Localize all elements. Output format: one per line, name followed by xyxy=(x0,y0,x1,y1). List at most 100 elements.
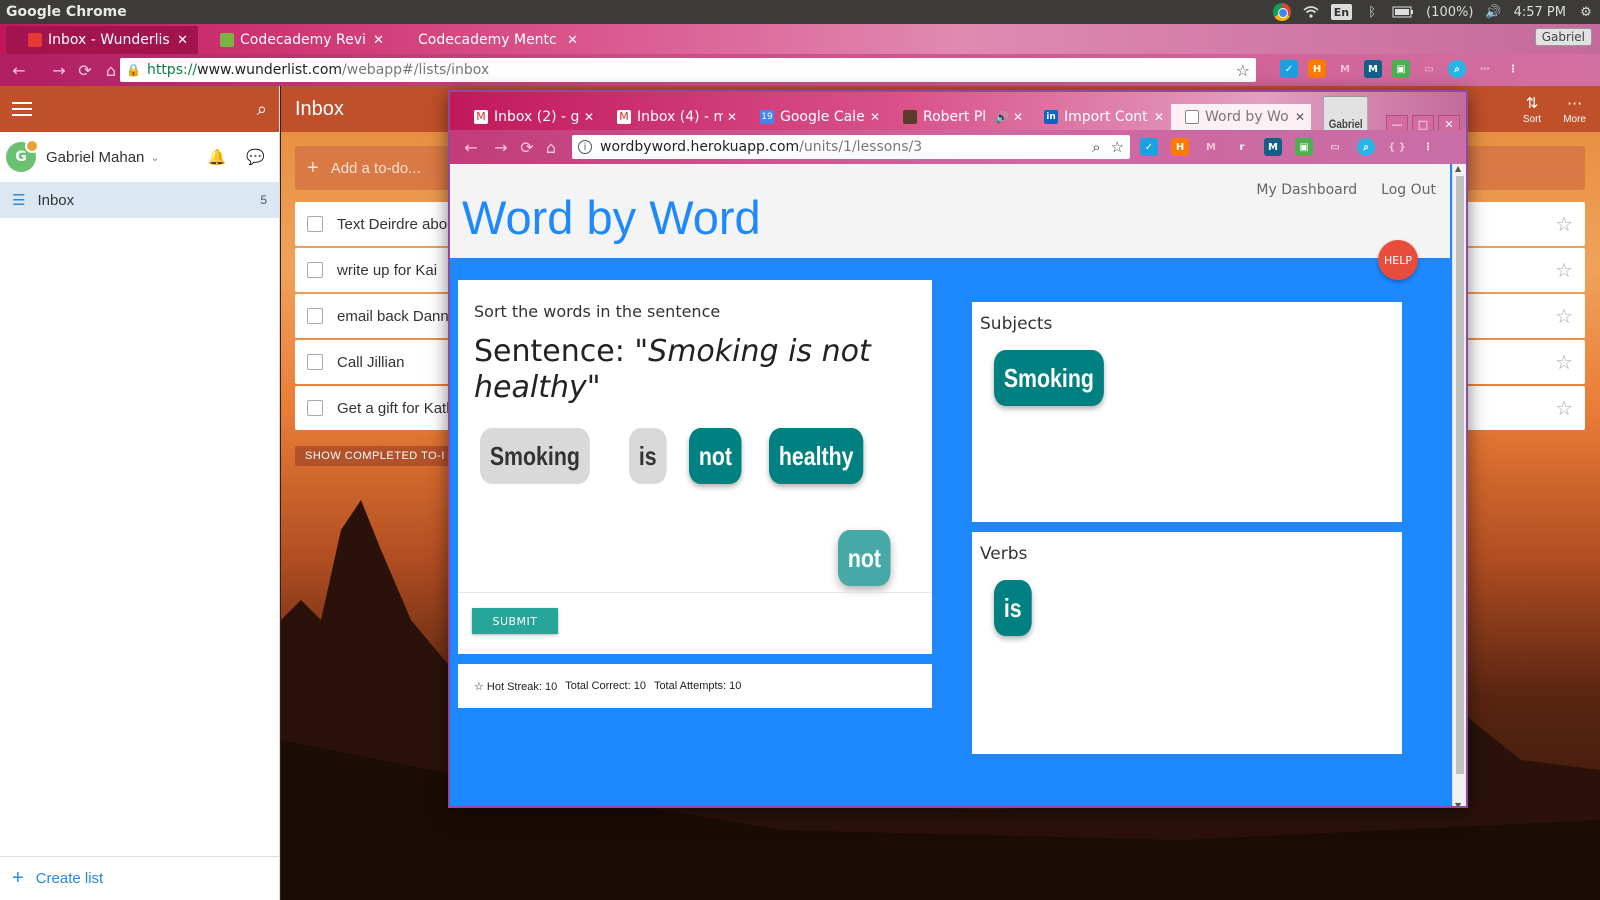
address-bar[interactable]: 🔒 https:// www.wunderlist.com /webapp#/l… xyxy=(120,58,1256,82)
home-icon[interactable]: ⌂ xyxy=(538,138,564,157)
m-extension-icon[interactable]: M xyxy=(1336,60,1354,78)
todo-checkbox[interactable] xyxy=(307,308,323,324)
settings-gear-icon[interactable]: ⚙ xyxy=(1578,4,1594,20)
scroll-down-arrow-icon[interactable]: ▼ xyxy=(1455,801,1461,806)
sort-button[interactable]: ⇅ Sort xyxy=(1523,94,1541,125)
scrollbar-thumb[interactable] xyxy=(1456,176,1464,774)
chrome-menu-icon[interactable]: ⋮ xyxy=(1504,60,1522,78)
hubspot-extension-icon[interactable]: H xyxy=(1308,60,1326,78)
tab-robert-plant[interactable]: Robert Pl 🔊 ✕ xyxy=(889,104,1029,130)
my-dashboard-link[interactable]: My Dashboard xyxy=(1256,182,1357,198)
mailtrack-extension-icon[interactable]: M xyxy=(1364,60,1382,78)
clock[interactable]: 4:57 PM xyxy=(1514,5,1566,20)
chrome-indicator-icon[interactable] xyxy=(1272,3,1291,21)
close-tab-icon[interactable]: ✕ xyxy=(559,33,578,48)
zoom-icon[interactable]: ⌕ xyxy=(1092,138,1100,156)
green-extension-icon[interactable]: ▣ xyxy=(1392,60,1410,78)
tab-wunderlist[interactable]: Inbox - Wunderlist ✕ xyxy=(6,26,198,54)
tab-gmail-inbox-4[interactable]: M Inbox (4) - m ✕ xyxy=(603,104,743,130)
todo-checkbox[interactable] xyxy=(307,400,323,416)
back-arrow-icon[interactable]: ← xyxy=(458,138,484,157)
todo-text[interactable]: email back Danny xyxy=(337,308,456,325)
reload-icon[interactable]: ⟳ xyxy=(72,61,98,80)
tab-import-contacts[interactable]: in Import Cont ✕ xyxy=(1030,104,1170,130)
star-icon[interactable]: ☆ xyxy=(1555,212,1573,237)
star-icon[interactable]: ☆ xyxy=(1555,396,1573,421)
bluetooth-icon[interactable]: ᛒ xyxy=(1364,4,1380,20)
star-icon[interactable]: ☆ xyxy=(1555,258,1573,283)
chevron-down-icon[interactable]: ⌄ xyxy=(150,151,159,164)
word-chip-draggable[interactable]: healthy xyxy=(768,428,864,484)
star-icon[interactable]: ☆ xyxy=(1555,350,1573,375)
tab-codecademy-mentor[interactable]: Codecademy Mentc ✕ xyxy=(396,26,588,54)
battery-icon[interactable] xyxy=(1392,4,1414,20)
todo-checkbox[interactable] xyxy=(307,354,323,370)
todo-text[interactable]: Call Jillian xyxy=(337,354,405,371)
close-tab-icon[interactable]: ✕ xyxy=(870,110,880,124)
todo-checkbox[interactable] xyxy=(307,262,323,278)
back-arrow-icon[interactable]: ← xyxy=(6,61,32,80)
close-tab-icon[interactable]: ✕ xyxy=(169,33,188,48)
bookmark-star-icon[interactable]: ☆ xyxy=(1111,138,1124,156)
star-icon[interactable]: ☆ xyxy=(1555,304,1573,329)
r-extension-icon[interactable]: r xyxy=(1233,138,1251,156)
verbs-dropzone[interactable]: Verbs is xyxy=(972,532,1402,754)
checkmark-extension-icon[interactable]: ✓ xyxy=(1140,138,1158,156)
close-tab-icon[interactable]: ✕ xyxy=(584,110,594,124)
cast-icon[interactable]: ▭ xyxy=(1420,60,1438,78)
hamburger-menu-icon[interactable] xyxy=(12,98,32,120)
close-tab-icon[interactable]: ✕ xyxy=(1154,110,1164,124)
checkmark-extension-icon[interactable]: ✓ xyxy=(1280,60,1298,78)
profile-chip[interactable]: Gabriel xyxy=(1534,28,1592,46)
user-name[interactable]: Gabriel Mahan xyxy=(46,149,144,166)
todo-checkbox[interactable] xyxy=(307,216,323,232)
search-extension-icon[interactable]: ⌕ xyxy=(1357,138,1375,156)
tab-gmail-inbox-2[interactable]: M Inbox (2) - g ✕ xyxy=(460,104,600,130)
close-tab-icon[interactable]: ✕ xyxy=(1295,110,1305,124)
more-button[interactable]: ⋯ More xyxy=(1563,94,1586,125)
logout-link[interactable]: Log Out xyxy=(1381,182,1436,198)
subjects-dropzone[interactable]: Subjects Smoking xyxy=(972,302,1402,522)
reload-icon[interactable]: ⟳ xyxy=(514,138,540,157)
forward-arrow-icon[interactable]: → xyxy=(46,61,72,80)
tab-word-by-word[interactable]: Word by Wo ✕ xyxy=(1171,104,1311,130)
avatar[interactable]: G xyxy=(6,139,39,172)
search-icon[interactable]: ⌕ xyxy=(257,99,267,120)
submit-button[interactable]: SUBMIT xyxy=(472,608,558,634)
green-extension-icon[interactable]: ▣ xyxy=(1295,138,1313,156)
show-completed-button[interactable]: SHOW COMPLETED TO-I xyxy=(295,446,455,466)
page-scrollbar[interactable]: ▲ ▼ xyxy=(1452,164,1466,806)
todo-text[interactable]: Get a gift for Kath xyxy=(337,400,455,417)
chat-bubble-icon[interactable]: 💬 xyxy=(246,148,265,166)
bookmark-star-icon[interactable]: ☆ xyxy=(1236,61,1250,80)
word-chip-sorted[interactable]: is xyxy=(994,580,1032,636)
word-chip-draggable[interactable]: not xyxy=(689,428,743,484)
dragging-word-chip[interactable]: not xyxy=(838,530,891,586)
cast-icon[interactable]: ▭ xyxy=(1326,138,1344,156)
m-extension-icon[interactable]: M xyxy=(1202,138,1220,156)
chrome-menu-icon[interactable]: ⋮ xyxy=(1419,138,1437,156)
sidebar-item-inbox[interactable]: ☰ Inbox 5 xyxy=(0,182,279,218)
tab-google-calendar[interactable]: 19 Google Cale ✕ xyxy=(746,104,886,130)
bell-icon[interactable]: 🔔 xyxy=(208,148,227,166)
more-dots-extension-icon[interactable]: ⋯ xyxy=(1476,60,1494,78)
wifi-icon[interactable] xyxy=(1303,4,1319,20)
hubspot-extension-icon[interactable]: H xyxy=(1171,138,1189,156)
todo-text[interactable]: Text Deirdre abou xyxy=(337,216,455,233)
keyboard-language-indicator[interactable]: En xyxy=(1330,4,1353,20)
scroll-up-arrow-icon[interactable]: ▲ xyxy=(1455,164,1461,173)
json-extension-icon[interactable]: { } xyxy=(1388,138,1406,156)
forward-arrow-icon[interactable]: → xyxy=(488,138,514,157)
help-button[interactable]: HELP xyxy=(1378,240,1418,280)
info-icon[interactable]: i xyxy=(578,140,592,154)
site-title[interactable]: Word by Word xyxy=(462,190,761,245)
todo-text[interactable]: write up for Kai xyxy=(337,262,437,279)
mailtrack-extension-icon[interactable]: M xyxy=(1264,138,1282,156)
close-tab-icon[interactable]: ✕ xyxy=(1013,110,1023,124)
audio-playing-icon[interactable]: 🔊 xyxy=(995,111,1009,124)
address-bar[interactable]: i wordbyword.herokuapp.com /units/1/less… xyxy=(572,135,1130,159)
create-list-button[interactable]: + Create list xyxy=(0,856,280,900)
tab-codecademy-review[interactable]: Codecademy Revie ✕ xyxy=(198,26,394,54)
user-row[interactable]: G Gabriel Mahan ⌄ 🔔 💬 xyxy=(0,132,279,182)
close-tab-icon[interactable]: ✕ xyxy=(365,33,384,48)
